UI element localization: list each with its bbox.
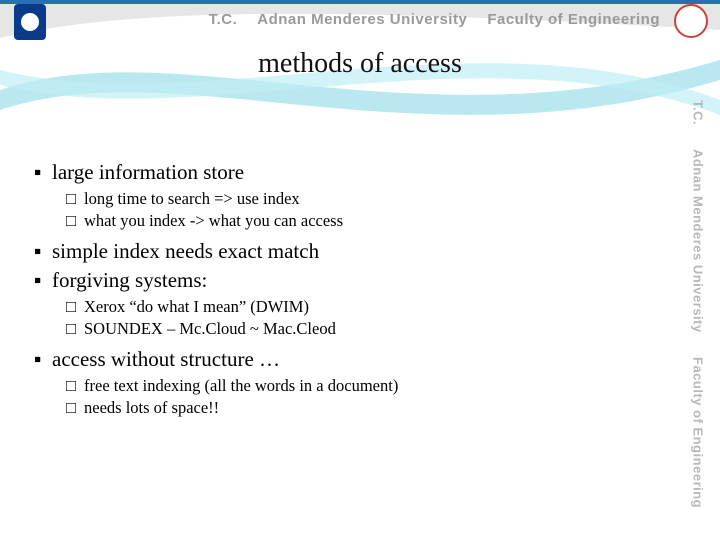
hollow-square-icon: □ [66, 189, 84, 209]
university-logo-left [14, 4, 46, 40]
bullet-1-sub-1: □ long time to search => use index [66, 189, 654, 209]
rightbar-faculty: Faculty of Engineering [691, 357, 706, 508]
hollow-square-icon: □ [66, 398, 84, 418]
bullet-2-text: simple index needs exact match [52, 239, 319, 264]
header-faculty: Faculty of Engineering [487, 11, 660, 28]
bullet-1-sub-2: □ what you index -> what you can access [66, 211, 654, 231]
content: ▪ large information store □ long time to… [34, 160, 654, 426]
bullet-mark-icon: ▪ [34, 268, 52, 293]
rightbar-tc: T.C. [691, 100, 706, 125]
slide: T.C. Adnan Menderes University Faculty o… [0, 0, 720, 540]
bullet-4-text: access without structure … [52, 347, 280, 372]
bullet-mark-icon: ▪ [34, 239, 52, 264]
bullet-3-sub-2: □ SOUNDEX – Mc.Cloud ~ Mac.Cleod [66, 319, 654, 339]
bullet-3-sub-1-text: Xerox “do what I mean” (DWIM) [84, 297, 309, 317]
bullet-1-text: large information store [52, 160, 244, 185]
rightbar-university: Adnan Menderes University [691, 149, 706, 333]
header-university: Adnan Menderes University [257, 11, 467, 28]
bullet-1-sub-1-text: long time to search => use index [84, 189, 300, 209]
bullet-3: ▪ forgiving systems: [34, 268, 654, 293]
bullet-4: ▪ access without structure … [34, 347, 654, 372]
bullet-3-sub-2-text: SOUNDEX – Mc.Cloud ~ Mac.Cleod [84, 319, 336, 339]
right-watermark: T.C. Adnan Menderes University Faculty o… [680, 100, 716, 520]
bullet-mark-icon: ▪ [34, 160, 52, 185]
bullet-3-text: forgiving systems: [52, 268, 207, 293]
hollow-square-icon: □ [66, 211, 84, 231]
bullet-4-sub-1: □ free text indexing (all the words in a… [66, 376, 654, 396]
bullet-1-sub-2-text: what you index -> what you can access [84, 211, 343, 231]
bullet-4-sub-2: □ needs lots of space!! [66, 398, 654, 418]
hollow-square-icon: □ [66, 297, 84, 317]
bullet-4-sub-2-text: needs lots of space!! [84, 398, 219, 418]
bullet-mark-icon: ▪ [34, 347, 52, 372]
bullet-4-sub-1-text: free text indexing (all the words in a d… [84, 376, 398, 396]
header-tc: T.C. [209, 11, 238, 28]
university-logo-right [674, 4, 708, 38]
hollow-square-icon: □ [66, 319, 84, 339]
header: T.C. Adnan Menderes University Faculty o… [0, 0, 720, 38]
bullet-1: ▪ large information store [34, 160, 654, 185]
bullet-3-sub-1: □ Xerox “do what I mean” (DWIM) [66, 297, 654, 317]
slide-title: methods of access [0, 48, 720, 80]
bullet-2: ▪ simple index needs exact match [34, 239, 654, 264]
hollow-square-icon: □ [66, 376, 84, 396]
